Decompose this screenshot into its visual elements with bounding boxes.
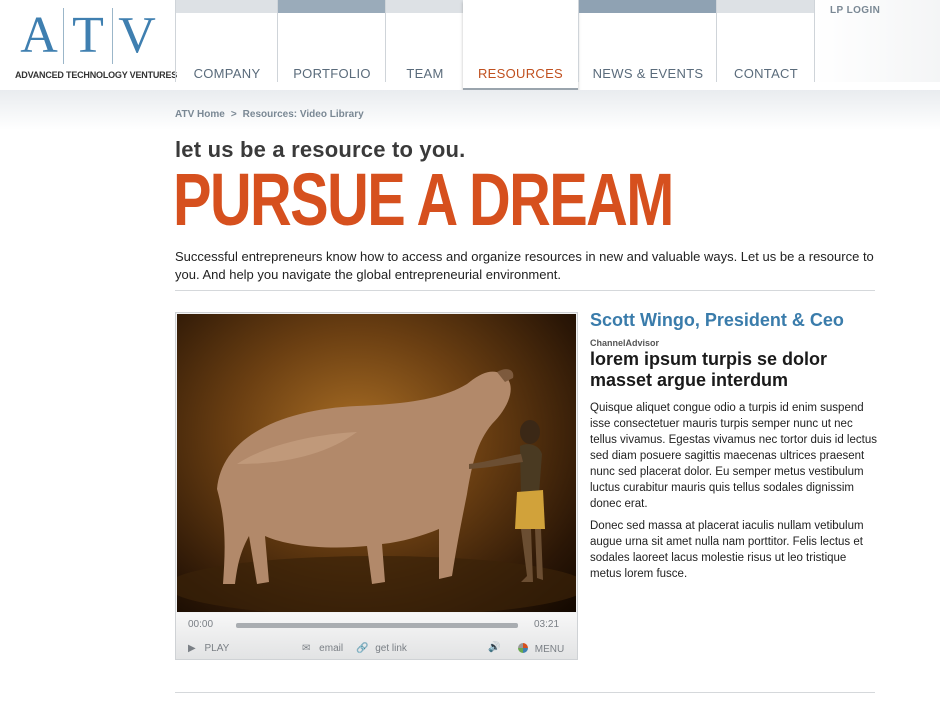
article-paragraph: Donec sed massa at placerat iaculis null… xyxy=(590,520,864,580)
nav-label: TEAM xyxy=(406,66,444,81)
menu-wheel-icon xyxy=(518,643,528,653)
breadcrumb-separator: > xyxy=(230,109,237,120)
company-name: ChannelAdvisor xyxy=(590,338,660,348)
article-title: lorem ipsum turpis se dolor masset argue… xyxy=(590,349,828,390)
logo-letter-a: A xyxy=(20,7,58,64)
nav-bar xyxy=(176,0,278,13)
nav-label: COMPANY xyxy=(193,66,261,81)
logo-letter-t: T xyxy=(72,7,104,64)
video-player: 00:00 03:21 ▶ PLAY ✉ email 🔗 get link 🔊 … xyxy=(175,312,578,660)
menu-label: MENU xyxy=(534,644,565,655)
player-controls: 00:00 03:21 ▶ PLAY ✉ email 🔗 get link 🔊 … xyxy=(176,613,577,659)
nav-label: NEWS & EVENTS xyxy=(592,66,704,81)
get-link-button[interactable]: 🔗 get link xyxy=(356,643,407,654)
breadcrumb-home-link[interactable]: ATV Home xyxy=(175,109,225,120)
site-header: A T V ADVANCED TECHNOLOGY VENTURES COMPA… xyxy=(0,0,940,92)
nav-bar xyxy=(717,0,815,13)
nav-team[interactable]: TEAM xyxy=(385,0,464,82)
nav-label: PORTFOLIO xyxy=(293,66,371,81)
link-icon: 🔗 xyxy=(356,643,369,654)
divider xyxy=(175,692,875,693)
person-name[interactable]: Scott Wingo, President & Ceo xyxy=(590,310,844,331)
nav-bar xyxy=(278,0,386,13)
nav-company[interactable]: COMPANY xyxy=(175,0,278,82)
play-label: PLAY xyxy=(204,643,230,654)
hero-headline: PURSUE A DREAM xyxy=(173,158,674,241)
logo-mark: A T V xyxy=(15,8,161,64)
nav-resources[interactable]: RESOURCES xyxy=(463,0,578,92)
nav-bar xyxy=(463,0,578,13)
logo-tagline: ADVANCED TECHNOLOGY VENTURES xyxy=(15,70,178,80)
play-button[interactable]: ▶ PLAY xyxy=(188,643,229,654)
nav-label: CONTACT xyxy=(734,66,798,81)
nav-bar xyxy=(386,0,464,13)
lp-login-label: LP LOGIN xyxy=(830,5,881,16)
video-still-image xyxy=(177,369,576,612)
article-paragraph: Quisque aliquet congue odio a turpis id … xyxy=(590,402,877,510)
email-button[interactable]: ✉ email xyxy=(302,643,343,654)
envelope-icon: ✉ xyxy=(302,643,311,654)
nav-bar xyxy=(579,0,717,13)
atv-logo[interactable]: A T V ADVANCED TECHNOLOGY VENTURES xyxy=(15,8,177,84)
nav-news-events[interactable]: NEWS & EVENTS xyxy=(578,0,717,82)
menu-button[interactable]: MENU xyxy=(518,643,564,655)
hero-intro: Successful entrepreneurs know how to acc… xyxy=(175,249,874,282)
email-label: email xyxy=(319,643,344,654)
breadcrumb: ATV Home > Resources: Video Library xyxy=(175,109,364,120)
current-time: 00:00 xyxy=(188,619,214,630)
speaker-icon: 🔊 xyxy=(488,642,501,653)
divider xyxy=(175,290,875,291)
timeline-scrubber[interactable] xyxy=(236,623,518,628)
nav-portfolio[interactable]: PORTFOLIO xyxy=(277,0,386,82)
nav-contact[interactable]: CONTACT xyxy=(716,0,815,82)
breadcrumb-current[interactable]: Resources: Video Library xyxy=(243,109,364,120)
lp-login-link[interactable]: LP LOGIN xyxy=(814,0,940,82)
header-shadow-band xyxy=(0,90,940,130)
video-frame[interactable] xyxy=(177,314,576,612)
logo-letter-v: V xyxy=(118,7,156,64)
play-icon: ▶ xyxy=(188,643,196,654)
volume-button[interactable]: 🔊 xyxy=(488,642,500,653)
duration: 03:21 xyxy=(534,619,560,630)
get-link-label: get link xyxy=(375,643,407,654)
nav-label: RESOURCES xyxy=(477,66,564,81)
